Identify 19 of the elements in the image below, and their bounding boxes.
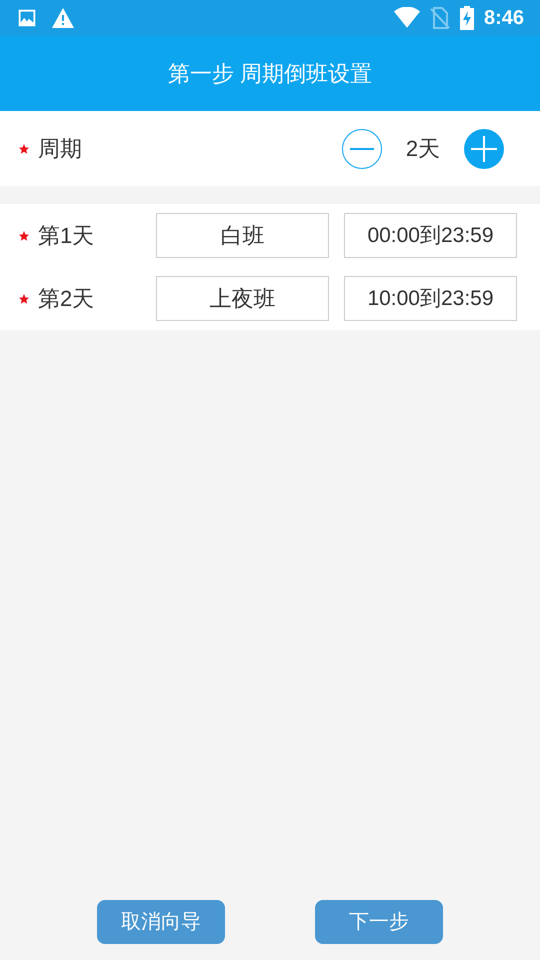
period-value: 2天: [404, 135, 442, 163]
no-sim-icon: [430, 7, 450, 29]
battery-charging-icon: [460, 6, 474, 30]
time-range-field[interactable]: 00:00到23:59: [344, 213, 517, 258]
decrease-button[interactable]: [342, 128, 382, 168]
shift-field[interactable]: 上夜班: [156, 276, 329, 321]
warning-icon: [50, 6, 76, 30]
wifi-icon: [394, 7, 420, 29]
day-label: 第1天: [38, 222, 96, 250]
increase-button[interactable]: [464, 128, 504, 168]
image-icon: [16, 7, 38, 29]
clock-text: 8:46: [484, 6, 524, 31]
day-label: 第2天: [38, 285, 96, 313]
minus-icon: [350, 148, 374, 150]
time-range-field[interactable]: 10:00到23:59: [344, 276, 517, 321]
page-title: 第一步 周期倒班设置: [168, 60, 372, 88]
plus-icon: [471, 136, 497, 162]
period-label: 周期: [38, 135, 82, 163]
shift-field[interactable]: 白班: [156, 213, 329, 258]
